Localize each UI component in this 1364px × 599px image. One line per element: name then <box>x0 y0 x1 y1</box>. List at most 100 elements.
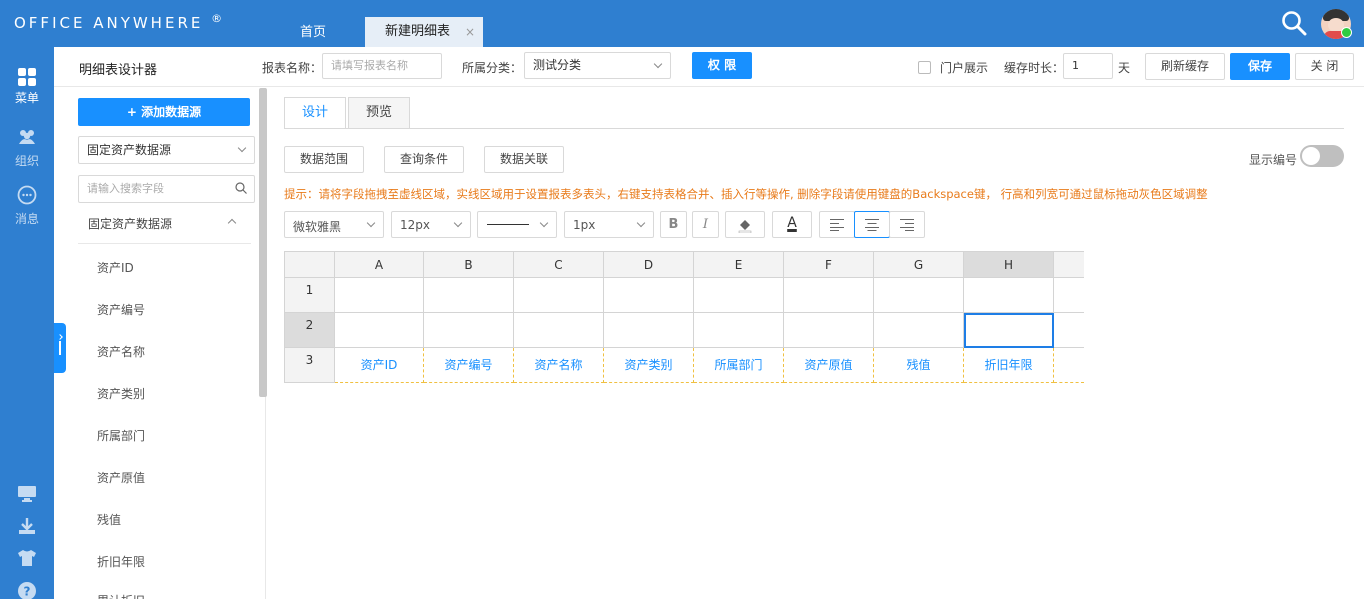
tab-design[interactable]: 设计 <box>284 97 346 129</box>
grid-cell[interactable] <box>874 313 964 348</box>
grid-cell[interactable] <box>964 278 1054 313</box>
tab-home[interactable]: 首页 <box>278 18 348 47</box>
category-select[interactable]: 测试分类 <box>524 52 671 79</box>
column-header[interactable]: B <box>424 251 514 278</box>
grid-cell[interactable] <box>424 278 514 313</box>
chevron-down-icon <box>653 59 663 69</box>
hint-text: 提示：请将字段拖拽至虚线区域，实线区域用于设置报表多表头，右键支持表格合并、插入… <box>284 187 1208 201</box>
field-cell[interactable]: 资产类别 <box>604 348 694 383</box>
tab-label: 新建明细表 <box>385 24 451 39</box>
field-item[interactable]: 资产编号 <box>97 301 145 318</box>
close-tab-icon[interactable]: × <box>465 17 475 47</box>
grid-cell[interactable] <box>1054 313 1084 348</box>
query-conditions-button[interactable]: 查询条件 <box>384 146 464 173</box>
designer-toolbar: 明细表设计器 报表名称： 请填写报表名称 所属分类： 测试分类 权 限 门户展示… <box>54 47 1364 87</box>
field-item[interactable]: 累计折旧 <box>97 592 145 599</box>
column-header[interactable]: G <box>874 251 964 278</box>
fill-color-button[interactable] <box>725 211 765 238</box>
column-header-extra[interactable] <box>1054 251 1084 278</box>
field-item[interactable]: 资产名称 <box>97 343 145 360</box>
border-style-select[interactable] <box>477 211 557 238</box>
datasource-panel: + 添加数据源 固定资产数据源 请输入搜索字段 固定资产数据源 资产ID 资产编… <box>54 88 266 599</box>
border-width-select[interactable]: 1px <box>564 211 654 238</box>
field-item[interactable]: 资产原值 <box>97 469 145 486</box>
field-cell[interactable]: 资产ID <box>335 348 424 383</box>
field-item[interactable]: 折旧年限 <box>97 553 145 570</box>
panel-scrollbar[interactable] <box>259 88 267 397</box>
field-item[interactable]: 残值 <box>97 511 121 528</box>
field-search-input[interactable]: 请输入搜索字段 <box>78 175 255 203</box>
grid-cell[interactable] <box>1054 278 1084 313</box>
nav-message[interactable]: 消息 <box>0 185 54 227</box>
save-button[interactable]: 保存 <box>1230 53 1290 80</box>
page-title: 明细表设计器 <box>79 63 158 78</box>
italic-button[interactable]: I <box>692 211 719 238</box>
grid-cell[interactable] <box>694 278 784 313</box>
nav-menu[interactable]: 菜单 <box>0 67 54 106</box>
row-header[interactable]: 2 <box>284 313 335 348</box>
active-grid-cell[interactable] <box>964 313 1054 348</box>
field-cell[interactable]: 折旧年限 <box>964 348 1054 383</box>
align-center-button[interactable] <box>854 211 890 238</box>
collapse-panel-handle[interactable] <box>54 323 66 373</box>
column-header[interactable]: F <box>784 251 874 278</box>
field-item[interactable]: 所属部门 <box>97 427 145 444</box>
cache-duration-input[interactable]: 1 <box>1063 53 1113 79</box>
row-header[interactable]: 1 <box>284 278 335 313</box>
grid-cell[interactable] <box>604 313 694 348</box>
grid-cell[interactable] <box>424 313 514 348</box>
column-header[interactable]: E <box>694 251 784 278</box>
add-datasource-button[interactable]: + 添加数据源 <box>78 98 250 126</box>
column-header[interactable]: A <box>335 251 424 278</box>
font-size-select[interactable]: 12px <box>391 211 471 238</box>
permission-button[interactable]: 权 限 <box>692 52 752 79</box>
close-button[interactable]: 关 闭 <box>1295 53 1354 80</box>
datasource-group-header[interactable]: 固定资产数据源 <box>78 214 251 244</box>
chevron-up-icon[interactable] <box>227 218 237 228</box>
search-icon[interactable] <box>235 182 247 194</box>
shirt-icon[interactable] <box>17 549 37 567</box>
grid-cell[interactable] <box>335 278 424 313</box>
line-style-icon <box>487 224 529 225</box>
data-relation-button[interactable]: 数据关联 <box>484 146 564 173</box>
portal-checkbox[interactable] <box>918 61 931 74</box>
font-color-button[interactable]: A <box>772 211 812 238</box>
report-name-input[interactable]: 请填写报表名称 <box>322 53 442 79</box>
bold-button[interactable]: B <box>660 211 687 238</box>
field-cell[interactable]: 资产编号 <box>424 348 514 383</box>
refresh-cache-button[interactable]: 刷新缓存 <box>1145 53 1225 80</box>
tab-new-detail-report[interactable]: 新建明细表 × <box>365 17 483 47</box>
field-cell[interactable]: 资产名称 <box>514 348 604 383</box>
align-right-button[interactable] <box>889 211 925 238</box>
field-cell-empty[interactable] <box>1054 348 1084 383</box>
grid-cell[interactable] <box>874 278 964 313</box>
download-icon[interactable] <box>17 517 37 535</box>
align-left-button[interactable] <box>819 211 855 238</box>
portal-label: 门户展示 <box>940 61 989 75</box>
field-item[interactable]: 资产ID <box>97 259 134 276</box>
grid-cell[interactable] <box>784 313 874 348</box>
datasource-select[interactable]: 固定资产数据源 <box>78 136 255 164</box>
grid-cell[interactable] <box>514 313 604 348</box>
field-cell[interactable]: 残值 <box>874 348 964 383</box>
field-cell[interactable]: 所属部门 <box>694 348 784 383</box>
grid-cell[interactable] <box>335 313 424 348</box>
column-header[interactable]: H <box>964 251 1054 278</box>
search-icon[interactable] <box>1281 10 1307 36</box>
font-family-select[interactable]: 微软雅黑 <box>284 211 384 238</box>
nav-org[interactable]: 组织 <box>0 127 54 169</box>
row-header[interactable]: 3 <box>284 348 335 383</box>
grid-cell[interactable] <box>604 278 694 313</box>
grid-cell[interactable] <box>784 278 874 313</box>
grid-cell[interactable] <box>694 313 784 348</box>
field-cell[interactable]: 资产原值 <box>784 348 874 383</box>
data-range-button[interactable]: 数据范围 <box>284 146 364 173</box>
show-number-toggle[interactable] <box>1300 145 1344 167</box>
monitor-icon[interactable] <box>17 485 37 503</box>
field-item[interactable]: 资产类别 <box>97 385 145 402</box>
help-icon[interactable]: ? <box>17 581 37 599</box>
grid-cell[interactable] <box>514 278 604 313</box>
tab-preview[interactable]: 预览 <box>348 97 410 129</box>
column-header[interactable]: D <box>604 251 694 278</box>
column-header[interactable]: C <box>514 251 604 278</box>
